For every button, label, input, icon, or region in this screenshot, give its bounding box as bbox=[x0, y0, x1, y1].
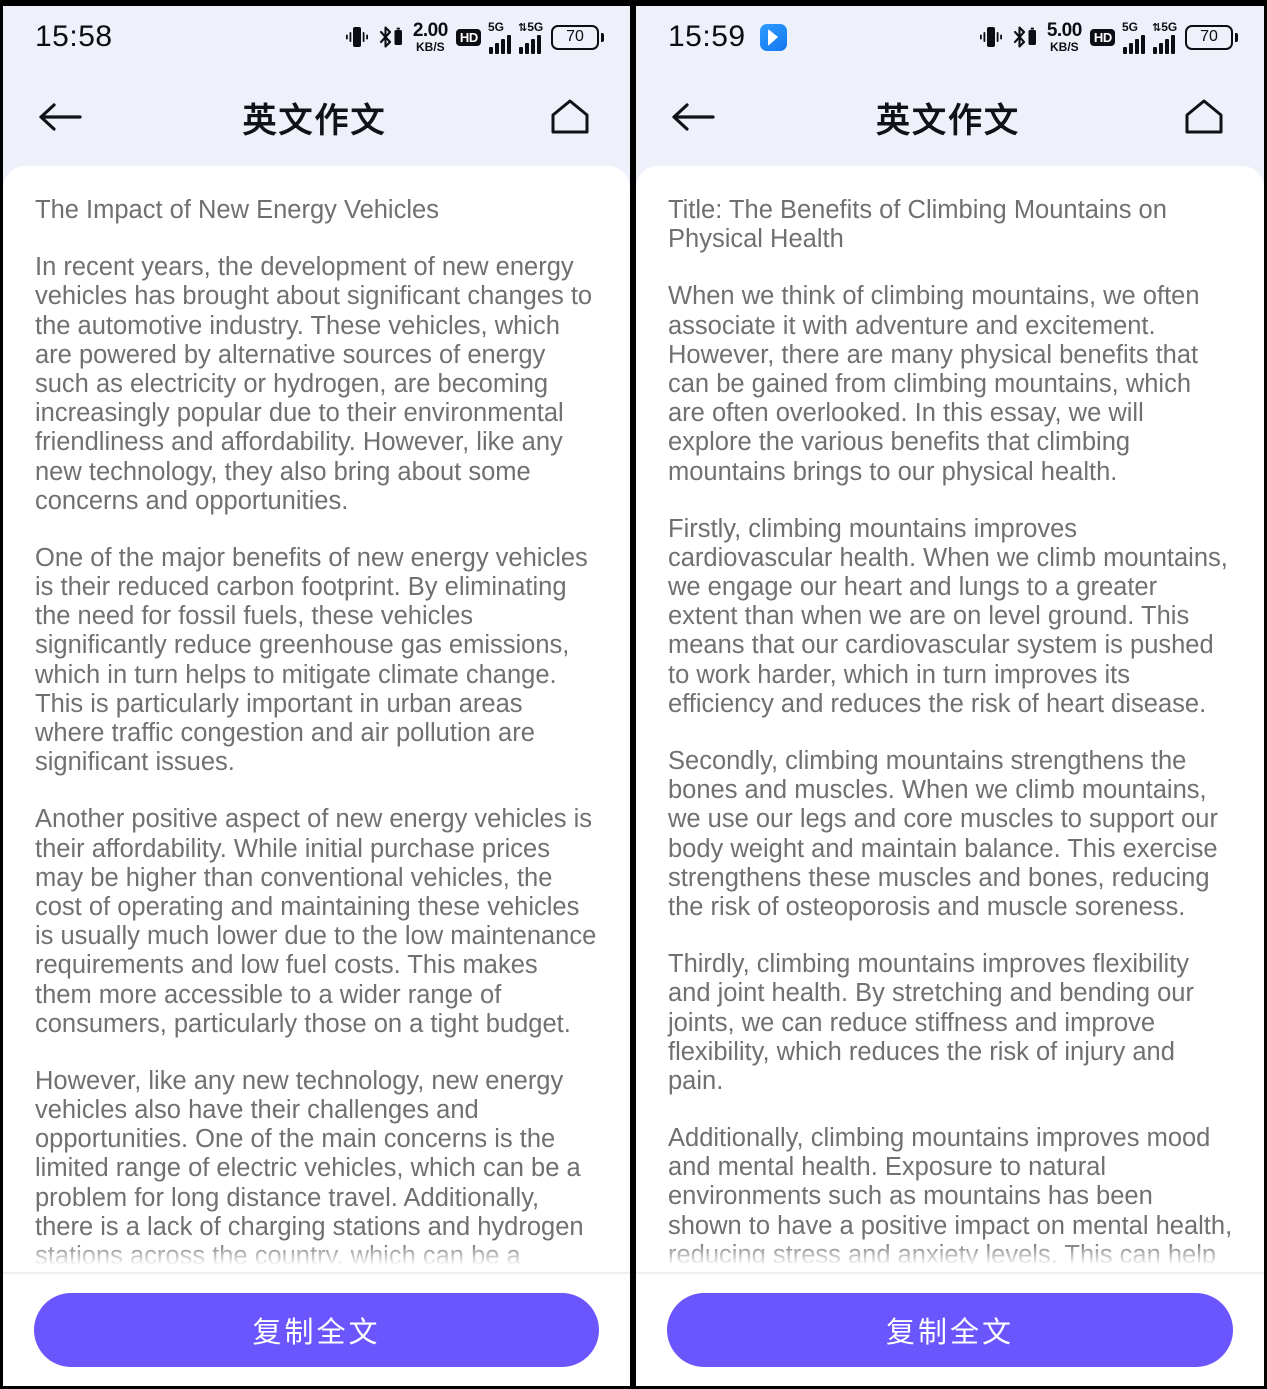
battery-icon: 70 bbox=[551, 24, 604, 50]
copy-all-button[interactable]: 复制全文 bbox=[667, 1293, 1233, 1367]
signal-5g-dual-icon: ⇅5G bbox=[1152, 19, 1178, 54]
signal-5g-icon: 5G bbox=[1122, 21, 1145, 54]
essay-paragraph: In recent years, the development of new … bbox=[35, 253, 593, 515]
essay-paragraph: The Impact of New Energy Vehicles bbox=[35, 196, 439, 224]
back-button[interactable] bbox=[33, 91, 85, 143]
back-button[interactable] bbox=[666, 91, 718, 143]
dual-screenshot-container: 15:58 2.00 KB/S HD 5G ⇅5G 70 英文作文 The Im… bbox=[0, 0, 1267, 1389]
data-speed-indicator: 5.00 KB/S bbox=[1047, 21, 1082, 53]
signal-bars bbox=[489, 34, 511, 54]
battery-nub bbox=[1235, 32, 1238, 42]
signal-5g-dual-icon: ⇅5G bbox=[518, 19, 544, 54]
status-bar-right: 5.00 KB/S HD 5G ⇅5G 70 bbox=[978, 21, 1238, 54]
signal-5g-label: 5G bbox=[1122, 19, 1139, 34]
vibrate-icon bbox=[345, 27, 368, 47]
battery-level: 70 bbox=[566, 28, 584, 45]
home-icon bbox=[551, 99, 589, 134]
phone-screen-right: 15:59 5.00 KB/S HD 5G ⇅5G 70 英文作文 Title:… bbox=[633, 0, 1267, 1389]
vibrate-icon bbox=[979, 27, 1002, 47]
data-speed-indicator: 2.00 KB/S bbox=[413, 21, 448, 53]
arrow-left-icon bbox=[672, 103, 715, 131]
bottom-action-bar: 复制全文 bbox=[636, 1272, 1264, 1386]
app-icon bbox=[759, 23, 787, 51]
essay-card[interactable]: The Impact of New Energy Vehicles In rec… bbox=[3, 166, 630, 1272]
nav-bar: 英文作文 bbox=[636, 68, 1264, 166]
status-bar: 15:59 5.00 KB/S HD 5G ⇅5G 70 bbox=[636, 6, 1264, 68]
essay-paragraph: Additionally, climbing mountains improve… bbox=[668, 1124, 1233, 1272]
signal-5g-dual-label: ⇅5G bbox=[518, 19, 544, 34]
signal-5g-label: 5G bbox=[488, 19, 505, 34]
home-button[interactable] bbox=[544, 91, 596, 143]
essay-text: Title: The Benefits of Climbing Mountain… bbox=[668, 196, 1233, 1272]
essay-card[interactable]: Title: The Benefits of Climbing Mountain… bbox=[636, 166, 1264, 1272]
page-title: 英文作文 bbox=[876, 100, 1020, 141]
bottom-action-bar: 复制全文 bbox=[3, 1272, 630, 1386]
essay-text: The Impact of New Energy Vehicles In rec… bbox=[35, 196, 599, 1272]
status-bar-right: 2.00 KB/S HD 5G ⇅5G 70 bbox=[344, 21, 604, 54]
status-clock: 15:59 bbox=[668, 20, 746, 53]
arrow-left-icon bbox=[39, 103, 82, 131]
data-speed-unit: KB/S bbox=[415, 40, 445, 54]
signal-5g-dual-text: 5G bbox=[1161, 19, 1178, 34]
signal-5g-dual-label: ⇅5G bbox=[1152, 19, 1178, 34]
signal-bars-2 bbox=[519, 34, 541, 54]
essay-paragraph: Secondly, climbing mountains strengthens… bbox=[668, 747, 1218, 921]
home-button[interactable] bbox=[1178, 91, 1230, 143]
signal-bars bbox=[1123, 34, 1145, 54]
status-clock: 15:58 bbox=[35, 20, 113, 53]
status-bar-left: 15:58 bbox=[35, 20, 113, 54]
bluetooth-battery-icon bbox=[379, 26, 402, 48]
signal-5g-dual-text: 5G bbox=[527, 19, 544, 34]
phone-screen-left: 15:58 2.00 KB/S HD 5G ⇅5G 70 英文作文 The Im… bbox=[0, 0, 633, 1389]
essay-paragraph: One of the major benefits of new energy … bbox=[35, 543, 588, 777]
essay-paragraph: Title: The Benefits of Climbing Mountain… bbox=[668, 196, 1167, 254]
battery-shell: 70 bbox=[1185, 24, 1233, 50]
battery-shell: 70 bbox=[551, 24, 599, 50]
hd-voice-icon: HD bbox=[1089, 28, 1115, 46]
content-area: The Impact of New Energy Vehicles In rec… bbox=[3, 166, 630, 1272]
page-title: 英文作文 bbox=[242, 100, 387, 141]
content-area: Title: The Benefits of Climbing Mountain… bbox=[636, 166, 1264, 1272]
essay-paragraph: Firstly, climbing mountains improves car… bbox=[668, 514, 1228, 718]
status-bar: 15:58 2.00 KB/S HD 5G ⇅5G 70 bbox=[3, 6, 630, 68]
signal-bars-2 bbox=[1153, 34, 1175, 54]
data-speed-value: 2.00 bbox=[412, 20, 448, 41]
essay-paragraph: Another positive aspect of new energy ve… bbox=[35, 805, 597, 1038]
data-speed-value: 5.00 bbox=[1046, 20, 1082, 41]
signal-5g-icon: 5G bbox=[488, 21, 511, 54]
hd-voice-icon: HD bbox=[455, 28, 481, 46]
battery-icon: 70 bbox=[1185, 24, 1238, 50]
nav-bar: 英文作文 bbox=[3, 68, 630, 166]
battery-level: 70 bbox=[1200, 28, 1218, 45]
data-speed-unit: KB/S bbox=[1049, 40, 1079, 54]
essay-paragraph: However, like any new technology, new en… bbox=[35, 1066, 584, 1272]
essay-paragraph: When we think of climbing mountains, we … bbox=[668, 282, 1200, 486]
bluetooth-battery-icon bbox=[1013, 26, 1036, 48]
copy-all-button[interactable]: 复制全文 bbox=[34, 1293, 599, 1367]
home-icon bbox=[1185, 99, 1223, 134]
battery-nub bbox=[601, 32, 604, 42]
essay-paragraph: Thirdly, climbing mountains improves fle… bbox=[668, 950, 1194, 1095]
status-bar-left: 15:59 bbox=[668, 20, 787, 54]
